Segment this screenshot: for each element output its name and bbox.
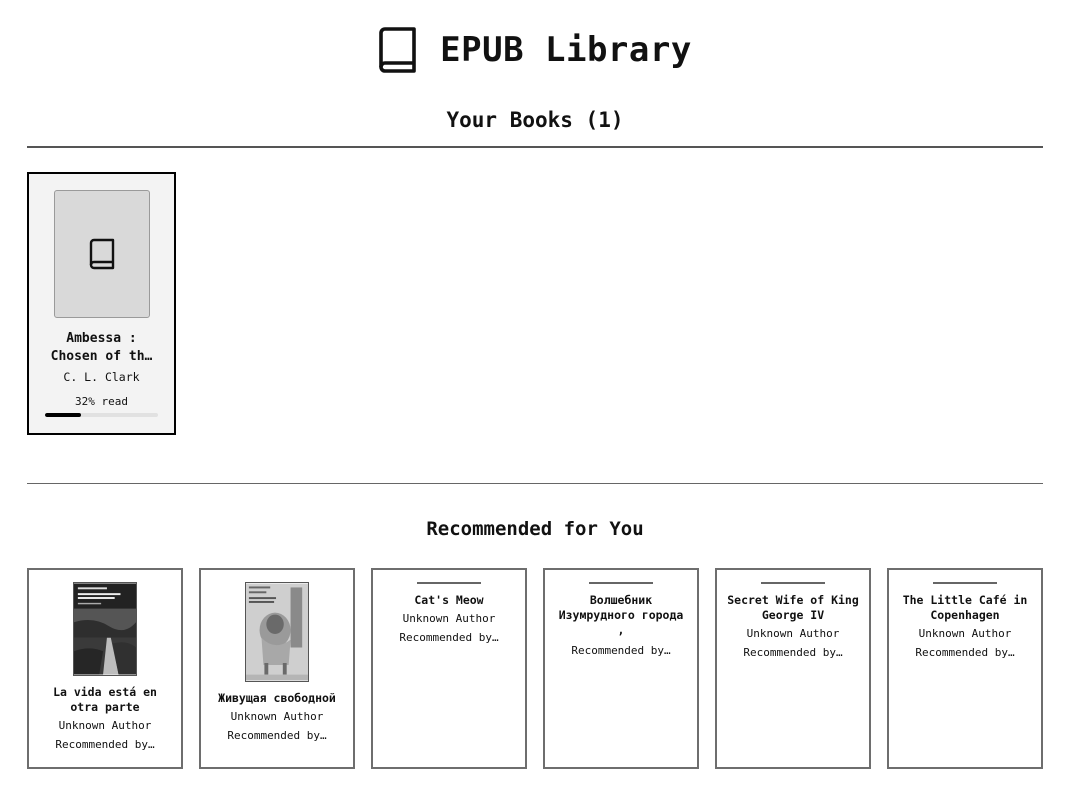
- recommended-book-card[interactable]: Cat's Meow Unknown Author Recommended by…: [371, 568, 527, 769]
- recommended-book-author: Unknown Author: [746, 627, 840, 640]
- recommendation-reason: Recommended by…: [55, 738, 155, 751]
- recommended-list: La vida está en otra parte Unknown Autho…: [27, 568, 1043, 769]
- recommended-book-card[interactable]: Волшебник Изумрудного города , Recommend…: [543, 568, 699, 769]
- reading-progress-label: 32% read: [75, 395, 128, 408]
- recommended-book-card[interactable]: Secret Wife of King George IV Unknown Au…: [715, 568, 871, 769]
- recommended-book-title: La vida está en otra parte: [53, 685, 157, 714]
- recommended-book-author: Unknown Author: [918, 627, 1012, 640]
- recommended-book-title: Живущая свободной: [218, 691, 336, 705]
- reading-progress-fill: [45, 413, 82, 417]
- book-author: C. L. Clark: [63, 370, 140, 384]
- recommended-book-author: Unknown Author: [230, 710, 324, 723]
- reading-progress-bar: [45, 413, 158, 417]
- book-cover-image: [245, 582, 309, 682]
- cover-placeholder-line: [589, 582, 653, 584]
- your-books-heading: Your Books (1): [446, 108, 624, 132]
- recommended-book-author: Unknown Author: [58, 719, 152, 732]
- recommended-book-title: Волшебник Изумрудного города ,: [558, 593, 684, 637]
- cover-placeholder-line: [761, 582, 825, 584]
- section-divider: [27, 483, 1043, 484]
- recommendation-reason: Recommended by…: [227, 729, 327, 742]
- book-cover-image: [73, 582, 137, 676]
- cover-placeholder-line: [417, 582, 481, 584]
- recommendation-reason: Recommended by…: [915, 646, 1015, 659]
- library-book-card[interactable]: Ambessa : Chosen of th… C. L. Clark 32% …: [27, 172, 176, 435]
- cover-placeholder-line: [933, 582, 997, 584]
- recommended-book-author: Unknown Author: [402, 612, 496, 625]
- recommended-heading: Recommended for You: [426, 518, 644, 540]
- recommended-book-title: Cat's Meow: [414, 593, 484, 607]
- app-header: EPUB Library: [0, 26, 1070, 74]
- book-cover-placeholder: [54, 190, 150, 318]
- recommended-book-title: The Little Café in Copenhagen: [902, 593, 1028, 622]
- recommended-book-card[interactable]: The Little Café in Copenhagen Unknown Au…: [887, 568, 1043, 769]
- app-title: EPUB Library: [440, 30, 692, 70]
- book-title: Ambessa : Chosen of th…: [50, 331, 153, 364]
- section-divider: [27, 146, 1043, 148]
- recommended-book-card[interactable]: Живущая свободной Unknown Author Recomme…: [199, 568, 355, 769]
- recommended-book-card[interactable]: La vida está en otra parte Unknown Autho…: [27, 568, 183, 769]
- book-icon: [89, 238, 115, 270]
- recommendation-reason: Recommended by…: [571, 644, 671, 657]
- recommendation-reason: Recommended by…: [399, 631, 499, 644]
- book-icon: [378, 27, 418, 73]
- recommended-book-title: Secret Wife of King George IV: [727, 593, 859, 622]
- recommendation-reason: Recommended by…: [743, 646, 843, 659]
